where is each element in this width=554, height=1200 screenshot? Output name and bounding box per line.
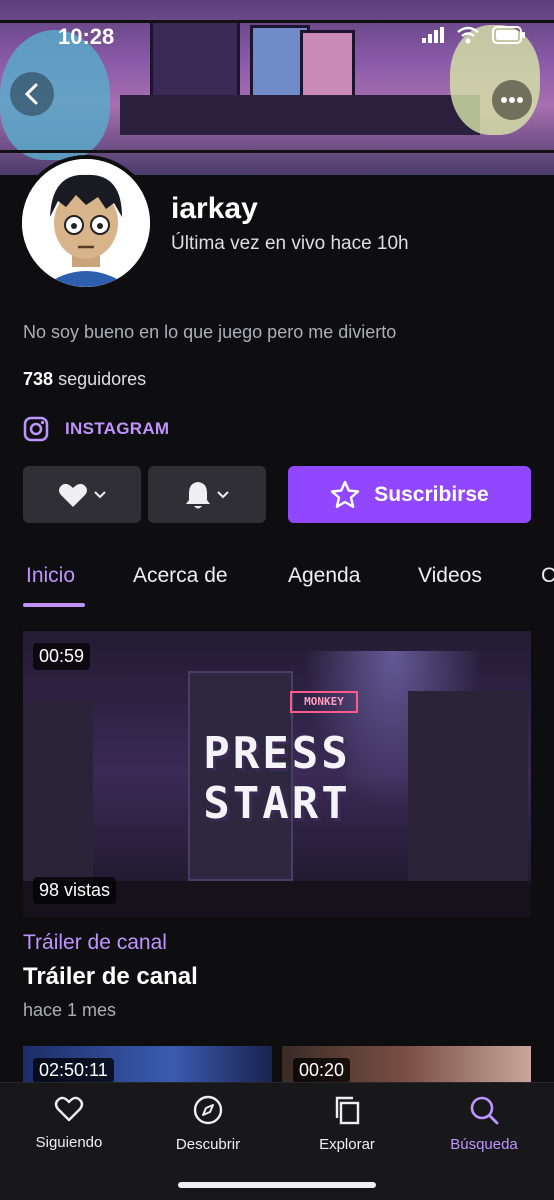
chevron-down-icon (94, 490, 106, 498)
compass-icon (193, 1095, 223, 1125)
heart-outline-icon (54, 1096, 84, 1122)
signal-icon (422, 27, 444, 43)
heart-icon (59, 483, 87, 507)
follow-button[interactable] (23, 466, 141, 523)
nav-discover[interactable]: Descubrir (148, 1095, 268, 1153)
search-icon (470, 1096, 499, 1125)
tab-agenda[interactable]: Agenda (288, 564, 360, 588)
followers-number: 738 (23, 369, 54, 389)
channel-name: iarkay (171, 192, 258, 225)
video-duration-badge: 00:20 (293, 1058, 351, 1083)
featured-video-thumbnail[interactable]: MONKEY PRESS START (23, 631, 531, 917)
thumbnail-neon-sign: MONKEY (290, 691, 358, 713)
status-bar: 10:28 (0, 22, 554, 52)
tab-videos[interactable]: Videos (418, 564, 482, 588)
nav-label: Búsqueda (450, 1136, 518, 1153)
status-time: 10:28 (58, 24, 115, 49)
bell-icon (186, 481, 210, 508)
video-category-link[interactable]: Tráiler de canal (23, 931, 167, 955)
tab-acerca-de[interactable]: Acerca de (133, 564, 228, 588)
instagram-icon (23, 416, 49, 442)
followers-count: 738 seguidores (23, 369, 146, 390)
chevron-down-icon (217, 490, 229, 498)
back-button[interactable] (10, 72, 54, 116)
chevron-left-icon (24, 83, 38, 105)
active-tab-indicator (23, 603, 85, 607)
subscribe-button[interactable]: Suscribirse (288, 466, 531, 523)
thumbnail-title-text: PRESS START (23, 729, 531, 829)
battery-icon (492, 26, 525, 44)
tab-inicio[interactable]: Inicio (26, 564, 75, 588)
browse-copy-icon (335, 1096, 360, 1125)
nav-explore[interactable]: Explorar (287, 1095, 407, 1153)
avatar-illustration (22, 159, 150, 287)
wifi-icon (457, 26, 479, 44)
status-icons (422, 26, 526, 44)
more-dots-icon (501, 97, 523, 103)
subscribe-label: Suscribirse (374, 482, 489, 506)
home-indicator (178, 1182, 376, 1188)
banner-desk (120, 95, 480, 135)
last-live-status: Última vez en vivo hace 10h (171, 233, 409, 254)
avatar[interactable] (18, 155, 154, 291)
video-title[interactable]: Tráiler de canal (23, 963, 198, 991)
banner-border (0, 150, 554, 153)
video-duration-badge: 00:59 (33, 643, 91, 670)
nav-label: Explorar (319, 1136, 375, 1153)
video-date: hace 1 mes (23, 1000, 117, 1020)
video-duration-badge: 02:50:11 (33, 1058, 114, 1083)
thumbnail-text-press: PRESS (203, 728, 351, 779)
thumbnail-text-start: START (203, 778, 351, 829)
nav-following[interactable]: Siguiendo (9, 1095, 129, 1151)
followers-label: seguidores (58, 369, 147, 389)
tab-overflow[interactable]: C (541, 564, 554, 588)
star-icon (331, 480, 360, 508)
notifications-button[interactable] (148, 466, 266, 523)
channel-bio: No soy bueno en lo que juego pero me div… (23, 322, 397, 342)
more-options-button[interactable] (492, 80, 532, 120)
instagram-label: INSTAGRAM (65, 419, 170, 438)
nav-search[interactable]: Búsqueda (424, 1095, 544, 1153)
nav-label: Descubrir (175, 1136, 241, 1153)
instagram-link[interactable]: INSTAGRAM (23, 416, 169, 442)
video-views-badge: 98 vistas (33, 877, 117, 904)
nav-label: Siguiendo (35, 1134, 103, 1151)
